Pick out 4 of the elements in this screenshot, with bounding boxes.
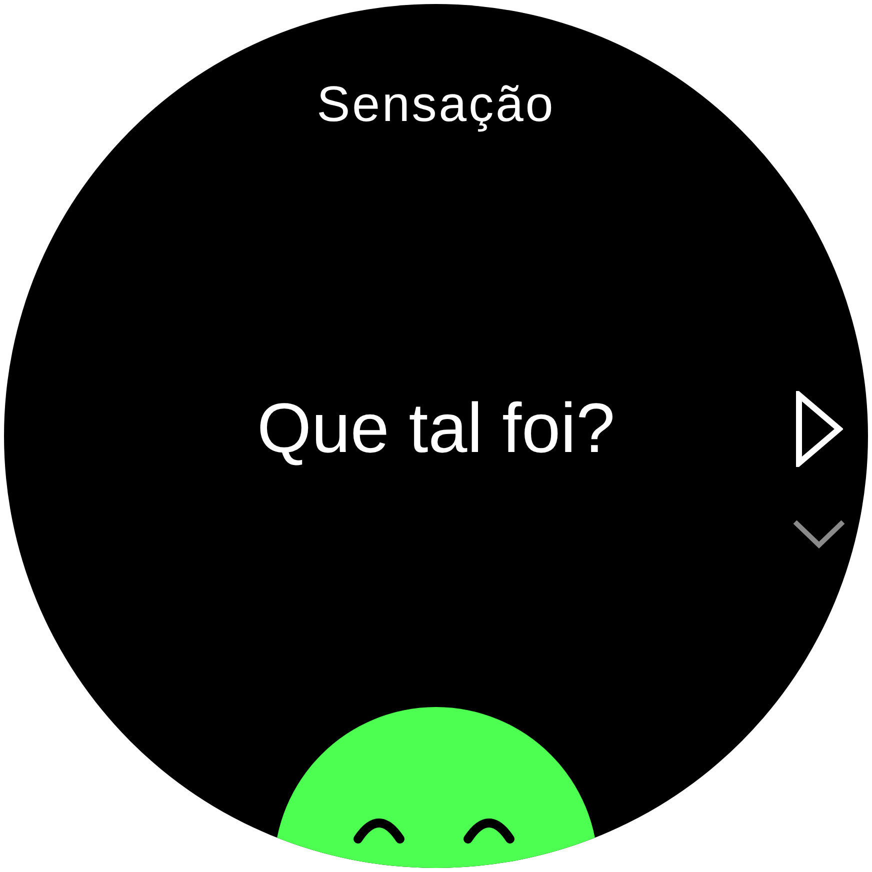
play-icon[interactable] xyxy=(795,391,843,467)
screen-title: Sensação xyxy=(316,76,556,132)
chevron-down-icon[interactable] xyxy=(792,519,846,549)
question-text: Que tal foi? xyxy=(257,388,615,469)
